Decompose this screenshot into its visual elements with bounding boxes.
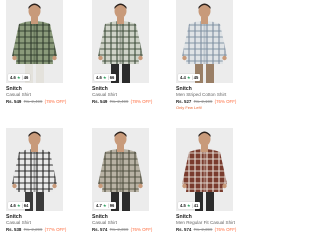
price-mrp: Rs. 2,399 (109, 227, 129, 232)
price-discount: (77% OFF) (44, 227, 67, 232)
product-image[interactable]: 4.6 ★ | 64 (6, 128, 63, 211)
product-card[interactable]: 4.6 ★ | 66 Snitch Casual Shirt Rs. 549 R… (92, 0, 152, 105)
product-image[interactable]: 4.6 ★ | 46 (6, 0, 63, 83)
stock-note: Only Few Left! (176, 105, 202, 110)
product-name[interactable]: Casual Shirt (6, 92, 63, 98)
price-current: Rs. 549 (6, 99, 22, 104)
product-image[interactable]: 4.5 ★ | 41 (176, 128, 233, 211)
star-icon: ★ (16, 75, 21, 80)
price-discount: (76% OFF) (214, 227, 237, 232)
rating-badge: 4.5 ★ | 41 (178, 202, 201, 209)
price-current: Rs. 574 (92, 227, 108, 232)
price-mrp: Rs. 2,499 (23, 99, 43, 104)
product-price: Rs. 574 Rs. 2,399 (76% OFF) (176, 227, 236, 233)
rating-separator: | (191, 203, 193, 208)
product-image[interactable]: 4.6 ★ | 66 (92, 0, 149, 83)
rating-value: 4.6 (10, 203, 16, 208)
star-icon: ★ (102, 75, 107, 80)
rating-badge: 4.6 ★ | 46 (8, 74, 31, 81)
product-image[interactable]: 4.7 ★ | 96 (92, 128, 149, 211)
rating-badge: 4.6 ★ | 64 (8, 202, 31, 209)
price-mrp: Rs. 2,199 (193, 99, 213, 104)
product-card[interactable]: 4.4 ★ | 45 Snitch Men Striped Cotton Shi… (176, 0, 236, 111)
price-mrp: Rs. 2,399 (193, 227, 213, 232)
star-icon: ★ (16, 203, 21, 208)
price-current: Rs. 549 (92, 99, 108, 104)
rating-count: 46 (23, 75, 29, 80)
model-illustration (92, 128, 149, 211)
model-illustration (6, 128, 63, 211)
rating-count: 66 (109, 75, 115, 80)
rating-value: 4.6 (96, 75, 102, 80)
product-grid: 4.6 ★ | 46 Snitch Casual Shirt Rs. 549 R… (0, 0, 250, 249)
price-discount: (78% OFF) (130, 99, 153, 104)
product-name[interactable]: Men Regular Fit Casual Shirt (176, 220, 235, 226)
rating-separator: | (21, 75, 23, 80)
rating-value: 4.4 (180, 75, 186, 80)
price-current: Rs. 574 (176, 227, 192, 232)
price-discount: (76% OFF) (214, 99, 237, 104)
price-mrp: Rs. 2,499 (109, 99, 129, 104)
model-illustration (176, 0, 233, 83)
model-illustration (176, 128, 233, 211)
product-price: Rs. 574 Rs. 2,399 (76% OFF) (92, 227, 152, 233)
product-price: Rs. 538 Rs. 2,299 (77% OFF) (6, 227, 66, 233)
price-current: Rs. 538 (6, 227, 22, 232)
price-discount: (78% OFF) (44, 99, 67, 104)
rating-count: 64 (23, 203, 29, 208)
price-mrp: Rs. 2,299 (23, 227, 43, 232)
product-name[interactable]: Men Striped Cotton Shirt (176, 92, 233, 98)
rating-count: 96 (109, 203, 115, 208)
rating-separator: | (107, 75, 109, 80)
rating-value: 4.7 (96, 203, 102, 208)
product-image[interactable]: 4.4 ★ | 45 (176, 0, 233, 83)
product-price: Rs. 549 Rs. 2,499 (78% OFF) (6, 99, 66, 105)
rating-count: 41 (193, 203, 199, 208)
model-illustration (6, 0, 63, 83)
product-name[interactable]: Casual Shirt (92, 92, 149, 98)
star-icon: ★ (102, 203, 107, 208)
rating-value: 4.6 (10, 75, 16, 80)
product-card[interactable]: 4.7 ★ | 96 Snitch Casual Shirt Rs. 574 R… (92, 128, 152, 233)
rating-separator: | (107, 203, 109, 208)
rating-count: 45 (193, 75, 199, 80)
star-icon: ★ (186, 203, 191, 208)
price-current: Rs. 527 (176, 99, 192, 104)
product-card[interactable]: 4.6 ★ | 64 Snitch Casual Shirt Rs. 538 R… (6, 128, 66, 233)
star-icon: ★ (186, 75, 191, 80)
price-discount: (76% OFF) (130, 227, 153, 232)
rating-separator: | (21, 203, 23, 208)
rating-badge: 4.4 ★ | 45 (178, 74, 201, 81)
model-illustration (92, 0, 149, 83)
product-card[interactable]: 4.6 ★ | 46 Snitch Casual Shirt Rs. 549 R… (6, 0, 66, 105)
rating-separator: | (191, 75, 193, 80)
rating-value: 4.5 (180, 203, 186, 208)
product-card[interactable]: 4.5 ★ | 41 Snitch Men Regular Fit Casual… (176, 128, 236, 233)
rating-badge: 4.7 ★ | 96 (94, 202, 117, 209)
rating-badge: 4.6 ★ | 66 (94, 74, 117, 81)
product-name[interactable]: Casual Shirt (92, 220, 149, 226)
product-price: Rs. 549 Rs. 2,499 (78% OFF) (92, 99, 152, 105)
product-name[interactable]: Casual Shirt (6, 220, 63, 226)
